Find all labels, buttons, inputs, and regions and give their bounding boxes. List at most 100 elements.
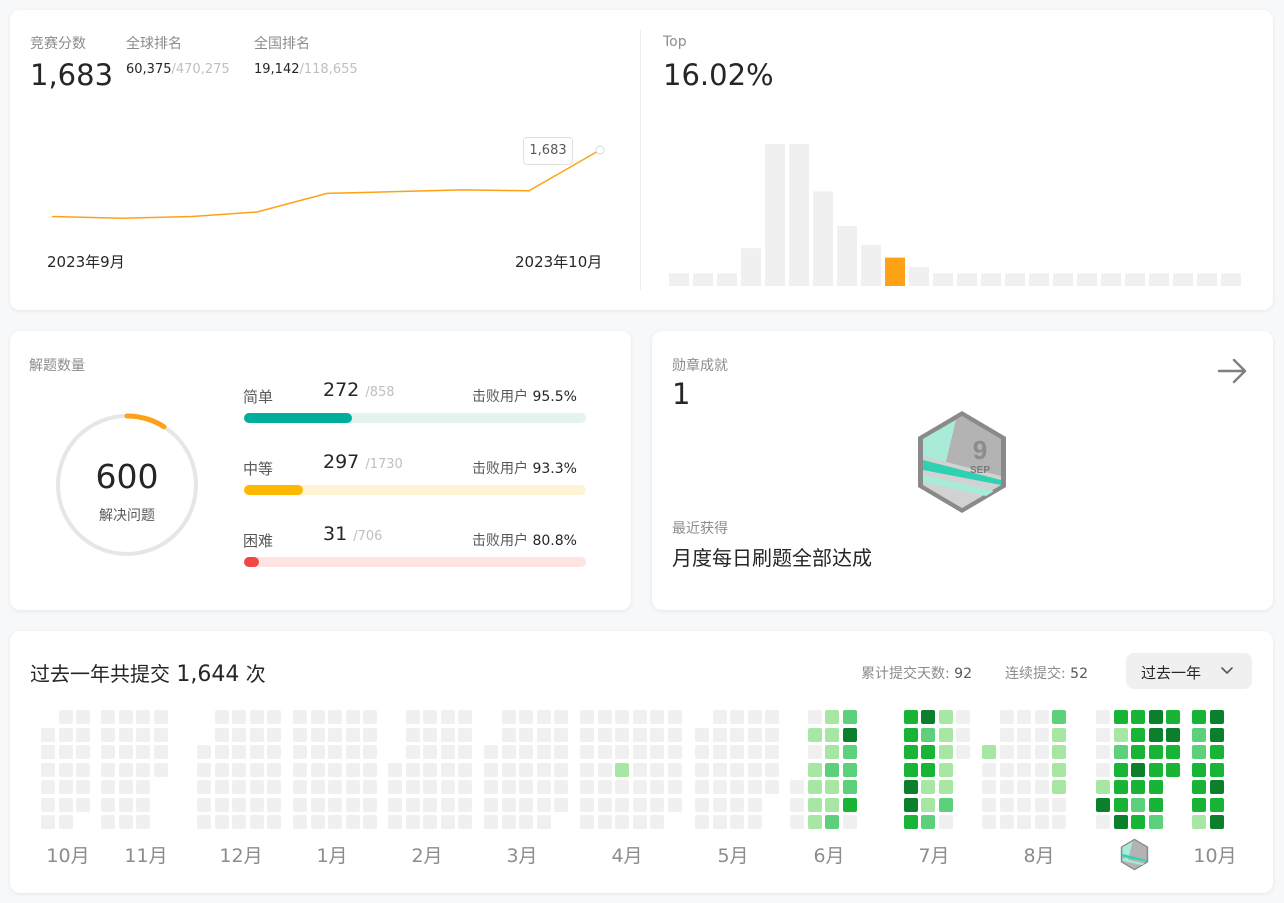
heatmap-cell[interactable] [1052,815,1066,829]
heatmap-cell[interactable] [999,710,1014,724]
heatmap-cell[interactable] [249,797,264,812]
heatmap-cell[interactable] [293,710,307,724]
heatmap-cell[interactable] [747,745,762,759]
heatmap-cell[interactable] [730,797,744,812]
heatmap-cell[interactable] [712,727,727,742]
heatmap-cell[interactable] [842,710,857,724]
heatmap-cell[interactable] [650,727,664,742]
heatmap-cell[interactable] [363,815,377,829]
heatmap-cell[interactable] [345,780,360,794]
heatmap-cell[interactable] [536,780,551,794]
heatmap-cell[interactable] [136,727,150,742]
heatmap-cell[interactable] [1166,745,1180,759]
heatmap-cell[interactable] [903,745,918,759]
heatmap-cell[interactable] [345,745,360,759]
heatmap-cell[interactable] [1192,727,1206,742]
heatmap-cell[interactable] [1034,745,1049,759]
heatmap-cell[interactable] [76,797,90,812]
heatmap-cell[interactable] [1096,815,1110,829]
heatmap-cell[interactable] [232,710,246,724]
heatmap-cell[interactable] [615,797,629,812]
heatmap-cell[interactable] [536,815,551,829]
heatmap-cell[interactable] [118,762,133,777]
heatmap-cell[interactable] [842,780,857,794]
heatmap-cell[interactable] [580,797,594,812]
heatmap-cell[interactable] [58,797,73,812]
heatmap-cell[interactable] [214,815,229,829]
heatmap-cell[interactable] [1131,797,1145,812]
heatmap-cell[interactable] [956,710,970,724]
heatmap-cell[interactable] [825,780,839,794]
heatmap-cell[interactable] [1192,797,1206,812]
heatmap-cell[interactable] [1096,797,1110,812]
heatmap-cell[interactable] [1192,762,1206,777]
heatmap-cell[interactable] [458,745,472,759]
heatmap-cell[interactable] [667,727,682,742]
heatmap-cell[interactable] [423,745,437,759]
heatmap-cell[interactable] [695,745,709,759]
heatmap-cell[interactable] [249,727,264,742]
heatmap-cell[interactable] [136,762,150,777]
heatmap-cell[interactable] [484,745,498,759]
heatmap-cell[interactable] [536,762,551,777]
heatmap-cell[interactable] [903,727,918,742]
heatmap-cell[interactable] [807,797,822,812]
heatmap-cell[interactable] [1166,727,1180,742]
heatmap-cell[interactable] [41,815,55,829]
heatmap-cell[interactable] [632,797,647,812]
heatmap-cell[interactable] [807,710,822,724]
heatmap-cell[interactable] [101,797,115,812]
heatmap-cell[interactable] [580,815,594,829]
heatmap-cell[interactable] [695,762,709,777]
heatmap-cell[interactable] [458,762,472,777]
heatmap-cell[interactable] [363,780,377,794]
heatmap-cell[interactable] [41,797,55,812]
heatmap-cell[interactable] [519,762,533,777]
heatmap-cell[interactable] [1209,727,1224,742]
heatmap-cell[interactable] [458,797,472,812]
heatmap-cell[interactable] [249,710,264,724]
heatmap-cell[interactable] [1017,727,1031,742]
rating-last-point[interactable] [595,145,605,155]
heatmap-cell[interactable] [999,727,1014,742]
heatmap-cell[interactable] [1034,762,1049,777]
heatmap-cell[interactable] [118,797,133,812]
heatmap-cell[interactable] [118,745,133,759]
heatmap-cell[interactable] [440,762,455,777]
heatmap-cell[interactable] [458,780,472,794]
heatmap-cell[interactable] [136,745,150,759]
heatmap-cell[interactable] [667,710,682,724]
heatmap-cell[interactable] [249,815,264,829]
heatmap-cell[interactable] [136,797,150,812]
heatmap-cell[interactable] [58,745,73,759]
heatmap-cell[interactable] [76,780,90,794]
heatmap-cell[interactable] [328,780,342,794]
heatmap-cell[interactable] [1096,745,1110,759]
heatmap-cell[interactable] [597,727,612,742]
heatmap-cell[interactable] [1113,780,1128,794]
heatmap-cell[interactable] [484,815,498,829]
heatmap-cell[interactable] [807,815,822,829]
heatmap-cell[interactable] [232,780,246,794]
heatmap-cell[interactable] [667,745,682,759]
heatmap-cell[interactable] [1131,780,1145,794]
heatmap-cell[interactable] [423,762,437,777]
heatmap-cell[interactable] [765,727,779,742]
heatmap-cell[interactable] [310,710,325,724]
heatmap-cell[interactable] [536,797,551,812]
heatmap-cell[interactable] [293,762,307,777]
heatmap-cell[interactable] [842,815,857,829]
heatmap-cell[interactable] [328,797,342,812]
heatmap-cell[interactable] [695,780,709,794]
heatmap-cell[interactable] [982,815,996,829]
heatmap-cell[interactable] [76,727,90,742]
heatmap-cell[interactable] [921,727,935,742]
heatmap-cell[interactable] [41,780,55,794]
heatmap-cell[interactable] [1096,727,1110,742]
heatmap-cell[interactable] [153,727,168,742]
heatmap-cell[interactable] [136,815,150,829]
heatmap-cell[interactable] [267,762,281,777]
heatmap-cell[interactable] [903,797,918,812]
heatmap-cell[interactable] [440,815,455,829]
heatmap-cell[interactable] [807,727,822,742]
